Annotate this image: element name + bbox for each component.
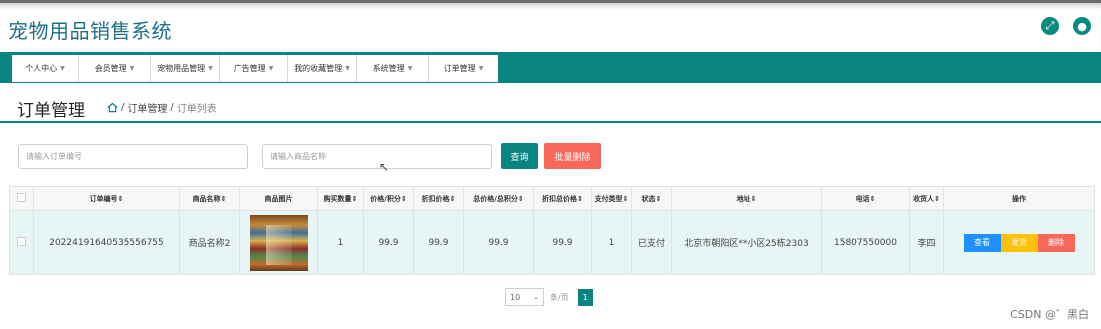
table-row: 20224191640535556755 商品名称2 1 99.9 99.9 9… <box>9 210 1095 275</box>
user-icon[interactable]: ● <box>1073 17 1091 35</box>
nav-item-system-management[interactable]: 系统管理 ▼ <box>357 55 429 82</box>
cell-product-image <box>239 210 318 275</box>
top-bar: 宠物用品销售系统 ⤢ ● <box>0 0 1101 52</box>
nav-item-order-management[interactable]: 订单管理 ▼ <box>429 55 498 82</box>
nav-item-pet-supplies-management[interactable]: 宠物用品管理 ▼ <box>151 55 220 82</box>
app-title: 宠物用品销售系统 <box>8 19 172 43</box>
cell-product-name: 商品名称2 <box>179 210 240 275</box>
pagination: 10 ⌄ 条/页 1 <box>505 288 593 306</box>
nav-item-personal-center[interactable]: 个人中心 ▼ <box>12 55 79 82</box>
orders-table: 订单编号⇕ 商品名称⇕ 商品图片 购买数量⇕ 价格/积分⇕ 折扣价格⇕ 总价格/… <box>9 186 1095 275</box>
column-header-product-name[interactable]: 商品名称⇕ <box>179 186 240 211</box>
nav-item-member-management[interactable]: 会员管理 ▼ <box>79 55 151 82</box>
column-header-order-no[interactable]: 订单编号⇕ <box>33 186 180 211</box>
delete-button[interactable]: 删除 <box>1037 233 1075 252</box>
page-1-button[interactable]: 1 <box>577 288 593 306</box>
cell-phone: 15807550000 <box>821 210 910 275</box>
cell-receiver: 李四 <box>909 210 944 275</box>
column-header-receiver[interactable]: 收货人⇕ <box>909 186 944 211</box>
column-header-total-price[interactable]: 总价格/总积分⇕ <box>463 186 534 211</box>
order-number-input[interactable]: 请输入订单编号 <box>18 144 248 169</box>
cell-price: 99.9 <box>363 210 414 275</box>
breadcrumb-separator: / <box>170 102 174 113</box>
ship-button[interactable]: 发货 <box>1000 233 1038 252</box>
product-name-input[interactable]: 请输入商品名称 <box>262 144 492 169</box>
column-header-address[interactable]: 地址⇕ <box>671 186 822 211</box>
cell-total-price: 99.9 <box>463 210 534 275</box>
chevron-down-icon: ▼ <box>129 65 135 72</box>
chevron-down-icon: ▼ <box>268 65 274 72</box>
title-divider <box>0 121 1101 123</box>
column-header-actions: 操作 <box>943 186 1095 211</box>
nav-menu: 个人中心 ▼ 会员管理 ▼ 宠物用品管理 ▼ 广告管理 ▼ 我的收藏管理 ▼ 系统管理 ▼ … <box>12 55 498 82</box>
csdn-watermark: CSDN @゛黑白 <box>1010 308 1089 321</box>
column-header-status[interactable]: 状态⇕ <box>631 186 672 211</box>
page-title: 订单管理 <box>17 101 85 121</box>
breadcrumb-order-list: 订单列表 <box>176 104 217 115</box>
nav-item-favorites-management[interactable]: 我的收藏管理 ▼ <box>288 55 357 82</box>
main-nav: 个人中心 ▼ 会员管理 ▼ 宠物用品管理 ▼ 广告管理 ▼ 我的收藏管理 ▼ 系统管理 ▼ … <box>0 52 1101 83</box>
column-header-discount-total[interactable]: 折扣总价格⇕ <box>533 186 592 211</box>
chevron-down-icon: ▼ <box>478 65 484 72</box>
home-icon[interactable] <box>107 102 118 113</box>
chevron-down-icon: ⌄ <box>533 293 539 301</box>
cell-pay-type: 1 <box>591 210 632 275</box>
column-header-phone[interactable]: 电话⇕ <box>821 186 910 211</box>
view-button[interactable]: 查看 <box>963 233 1001 252</box>
chevron-down-icon: ▼ <box>407 65 413 72</box>
batch-delete-button[interactable]: 批量删除 <box>544 143 601 169</box>
fullscreen-icon[interactable]: ⤢ <box>1041 17 1059 35</box>
select-all-checkbox[interactable] <box>9 186 34 211</box>
column-header-product-image: 商品图片 <box>239 186 318 211</box>
page-size-select[interactable]: 10 ⌄ <box>505 288 544 306</box>
breadcrumb-order-management[interactable]: 订单管理 <box>127 100 167 115</box>
cell-quantity: 1 <box>317 210 364 275</box>
chevron-down-icon: ▼ <box>345 65 350 72</box>
chevron-down-icon: ▼ <box>60 65 65 72</box>
column-header-quantity[interactable]: 购买数量⇕ <box>317 186 364 211</box>
cell-actions: 查看 发货 删除 <box>943 210 1095 275</box>
breadcrumb-separator: / <box>121 102 125 113</box>
nav-item-ad-management[interactable]: 广告管理 ▼ <box>220 55 288 82</box>
breadcrumb: / 订单管理 / 订单列表 <box>107 100 217 115</box>
product-image <box>249 214 308 271</box>
cell-address: 北京市朝阳区**小区25栋2303 <box>671 210 822 275</box>
query-button[interactable]: 查询 <box>501 143 538 169</box>
chevron-down-icon: ▼ <box>208 65 213 72</box>
column-header-price[interactable]: 价格/积分⇕ <box>363 186 414 211</box>
cell-status: 已支付 <box>631 210 672 275</box>
mouse-cursor-icon: ↖ <box>379 160 390 174</box>
table-header-row: 订单编号⇕ 商品名称⇕ 商品图片 购买数量⇕ 价格/积分⇕ 折扣价格⇕ 总价格/… <box>9 186 1095 211</box>
cell-order-no: 20224191640535556755 <box>33 210 180 275</box>
column-header-pay-type[interactable]: 支付类型⇕ <box>591 186 632 211</box>
per-page-label: 条/页 <box>550 292 569 302</box>
cell-discount-total: 99.9 <box>533 210 592 275</box>
cell-discount-price: 99.9 <box>413 210 464 275</box>
column-header-discount-price[interactable]: 折扣价格⇕ <box>413 186 464 211</box>
row-checkbox[interactable] <box>9 210 34 275</box>
